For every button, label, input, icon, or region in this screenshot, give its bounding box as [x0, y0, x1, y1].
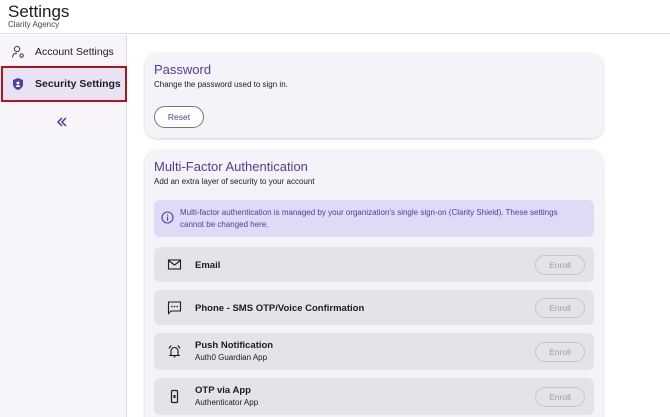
app-header: Settings Clarity Agency	[0, 0, 670, 34]
mfa-method-email: Email Enroll	[154, 247, 594, 282]
mfa-method-subtitle: Authenticator App	[195, 398, 259, 407]
sidebar: Account Settings Security Settings	[0, 35, 127, 417]
main-content: Password Change the password used to sig…	[128, 35, 670, 417]
sidebar-item-label: Account Settings	[35, 46, 114, 58]
sidebar-item-label: Security Settings	[35, 78, 121, 90]
mfa-info-banner: Multi-factor authentication is managed b…	[154, 200, 594, 237]
sidebar-item-security-settings[interactable]: Security Settings	[1, 66, 127, 102]
mfa-method-name: OTP via App	[195, 385, 251, 396]
enroll-email-button[interactable]: Enroll	[535, 255, 585, 275]
mfa-method-push: Push Notification Auth0 Guardian App Enr…	[154, 333, 594, 370]
shield-icon	[11, 77, 25, 91]
mfa-card: Multi-Factor Authentication Add an extra…	[145, 150, 603, 417]
enroll-otp-app-button[interactable]: Enroll	[535, 387, 585, 407]
mail-icon	[167, 257, 182, 272]
mfa-method-name: Phone - SMS OTP/Voice Confirmation	[195, 303, 365, 314]
page-title: Settings	[8, 2, 70, 21]
mfa-method-phone: Phone - SMS OTP/Voice Confirmation Enrol…	[154, 290, 594, 325]
sidebar-item-account-settings[interactable]: Account Settings	[2, 35, 126, 69]
info-icon	[161, 211, 174, 224]
password-title: Password	[154, 62, 212, 77]
enroll-push-button[interactable]: Enroll	[535, 342, 585, 362]
mfa-method-name: Push Notification	[195, 340, 274, 351]
phone-app-icon	[167, 389, 182, 404]
password-card: Password Change the password used to sig…	[145, 53, 603, 138]
organization-name: Clarity Agency	[8, 20, 60, 29]
double-chevron-left-icon[interactable]	[55, 115, 69, 129]
mfa-description: Add an extra layer of security to your a…	[154, 177, 315, 186]
alarm-bell-icon	[167, 344, 182, 359]
account-settings-icon	[11, 45, 25, 59]
mfa-method-name: Email	[195, 260, 221, 271]
mfa-title: Multi-Factor Authentication	[154, 159, 308, 174]
reset-password-button[interactable]: Reset	[154, 106, 204, 128]
mfa-method-otp-app: OTP via App Authenticator App Enroll	[154, 378, 594, 415]
mfa-info-text: Multi-factor authentication is managed b…	[180, 208, 558, 229]
password-description: Change the password used to sign in.	[154, 80, 288, 89]
sms-icon	[167, 300, 182, 315]
enroll-phone-button[interactable]: Enroll	[535, 298, 585, 318]
mfa-method-subtitle: Auth0 Guardian App	[195, 353, 268, 362]
